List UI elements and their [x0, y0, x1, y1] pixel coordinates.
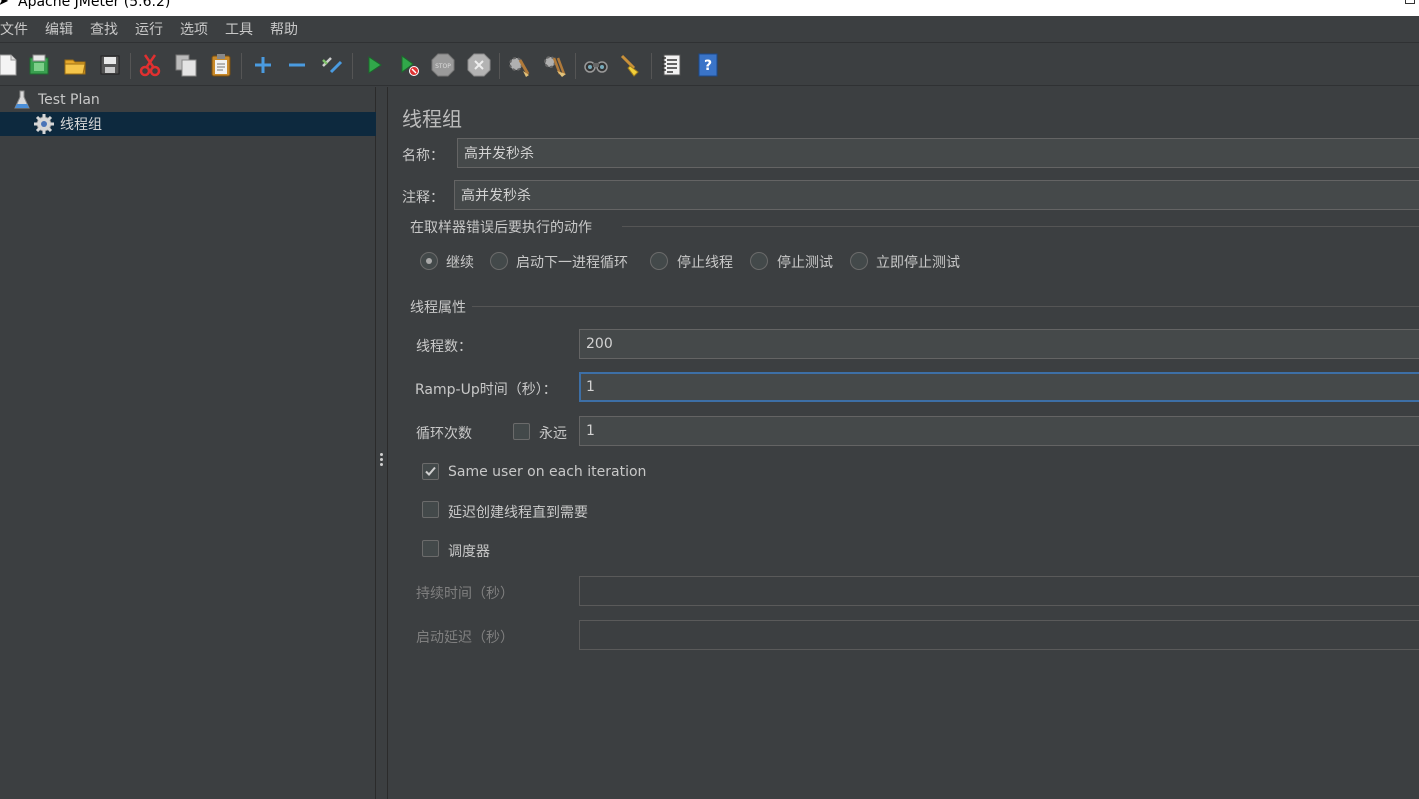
menu-search[interactable]: 查找 — [82, 19, 127, 39]
copy-icon[interactable] — [172, 51, 200, 79]
radio-start-next-loop-label: 启动下一进程循环 — [516, 255, 628, 271]
help-icon[interactable]: ? — [694, 51, 722, 79]
panel-splitter[interactable] — [376, 87, 388, 799]
rampup-field[interactable]: 1 — [579, 372, 1419, 402]
save-icon[interactable] — [96, 51, 124, 79]
menu-tools[interactable]: 工具 — [217, 19, 262, 39]
open-icon[interactable] — [61, 51, 89, 79]
rampup-label: Ramp-Up时间（秒）： — [415, 382, 557, 398]
comment-field[interactable]: 高并发秒杀 — [454, 180, 1419, 210]
window-title: Apache JMeter (5.6.2) — [18, 0, 171, 10]
tree-node-label: 线程组 — [60, 117, 102, 133]
clear-all-icon[interactable] — [541, 51, 569, 79]
svg-text:?: ? — [704, 58, 712, 74]
loop-count-label: 循环次数 — [416, 426, 472, 442]
paste-icon[interactable] — [207, 51, 235, 79]
thread-group-panel: 线程组 名称： 高并发秒杀 注释： 高并发秒杀 在取样器错误后要执行的动作 继续… — [389, 87, 1419, 799]
start-icon[interactable] — [360, 51, 388, 79]
page-title: 线程组 — [402, 107, 462, 131]
name-label: 名称： — [402, 148, 444, 164]
loop-count-field[interactable]: 1 — [579, 416, 1419, 446]
toolbar: STOP ? — [0, 42, 1419, 86]
same-user-checkbox[interactable] — [422, 463, 439, 480]
shutdown-icon[interactable] — [465, 51, 493, 79]
scheduler-checkbox[interactable] — [422, 540, 439, 557]
stop-icon[interactable]: STOP — [429, 51, 457, 79]
startup-delay-label: 启动延迟（秒） — [416, 630, 514, 646]
radio-stop-test-label: 停止测试 — [777, 255, 833, 271]
clear-icon[interactable] — [505, 51, 533, 79]
startup-delay-field[interactable] — [579, 620, 1419, 650]
comment-label: 注释： — [402, 190, 444, 206]
menu-options[interactable]: 选项 — [172, 19, 217, 39]
error-action-legend: 在取样器错误后要执行的动作 — [410, 220, 592, 236]
radio-stop-test[interactable] — [750, 252, 768, 270]
search-icon[interactable] — [582, 51, 610, 79]
function-helper-icon[interactable] — [658, 51, 686, 79]
window-title-bar: ➤ Apache JMeter (5.6.2) — [0, 0, 1419, 16]
duration-label: 持续时间（秒） — [416, 586, 514, 602]
radio-stop-thread[interactable] — [650, 252, 668, 270]
radio-stop-test-now-label: 立即停止测试 — [876, 255, 960, 271]
start-no-pauses-icon[interactable] — [395, 51, 423, 79]
name-field[interactable]: 高并发秒杀 — [457, 138, 1419, 168]
radio-continue[interactable] — [420, 252, 438, 270]
expand-icon[interactable] — [249, 51, 277, 79]
forever-label: 永远 — [539, 426, 567, 442]
threads-label: 线程数： — [416, 339, 472, 355]
scheduler-label: 调度器 — [448, 544, 490, 560]
gear-icon — [32, 113, 56, 135]
duration-field[interactable] — [579, 576, 1419, 606]
menu-edit[interactable]: 编辑 — [37, 19, 82, 39]
same-user-label: Same user on each iteration — [448, 464, 647, 480]
menu-file[interactable]: 文件 — [0, 19, 37, 39]
tree-node-thread-group[interactable]: 线程组 — [0, 112, 376, 136]
radio-continue-label: 继续 — [446, 255, 474, 271]
app-icon: ➤ — [0, 0, 9, 9]
radio-start-next-loop[interactable] — [490, 252, 508, 270]
toggle-icon[interactable] — [318, 51, 346, 79]
test-plan-tree: Test Plan 线程组 — [0, 87, 376, 799]
tree-node-label: Test Plan — [38, 92, 100, 108]
collapse-icon[interactable] — [283, 51, 311, 79]
delay-thread-creation-label: 延迟创建线程直到需要 — [448, 505, 588, 521]
reset-search-icon[interactable] — [617, 51, 645, 79]
cut-icon[interactable] — [136, 51, 164, 79]
menu-run[interactable]: 运行 — [127, 19, 172, 39]
menu-bar: 文件 编辑 查找 运行 选项 工具 帮助 — [0, 16, 1419, 42]
svg-text:STOP: STOP — [435, 63, 451, 70]
new-icon[interactable] — [0, 51, 22, 79]
delay-thread-creation-checkbox[interactable] — [422, 501, 439, 518]
radio-stop-test-now[interactable] — [850, 252, 868, 270]
forever-checkbox[interactable] — [513, 423, 530, 440]
radio-stop-thread-label: 停止线程 — [677, 255, 733, 271]
maximize-icon[interactable] — [1405, 0, 1415, 4]
thread-properties-legend: 线程属性 — [410, 300, 466, 316]
flask-icon — [10, 89, 34, 111]
tree-node-test-plan[interactable]: Test Plan — [10, 88, 370, 112]
templates-icon[interactable] — [25, 51, 53, 79]
threads-field[interactable]: 200 — [579, 329, 1419, 359]
menu-help[interactable]: 帮助 — [262, 19, 307, 39]
